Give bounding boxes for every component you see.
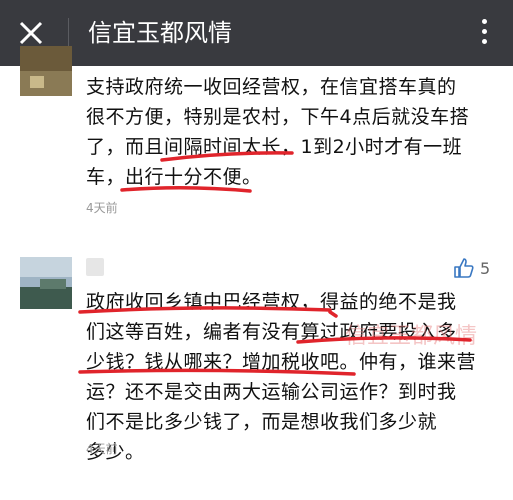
comment-time: 4天前 xyxy=(86,201,118,215)
comment-line: 少钱？钱从哪来？增加税收吧。仲有，谁来营 xyxy=(86,351,477,373)
more-vertical-icon[interactable] xyxy=(476,16,492,50)
comment-line: 多少。 xyxy=(86,441,145,463)
comment-line: 政府收回乡镇中巴经营权，得益的绝不是我 xyxy=(86,291,457,313)
close-icon[interactable] xyxy=(18,20,44,46)
thumbs-up-icon xyxy=(454,258,474,278)
like-count: 5 xyxy=(480,258,491,278)
comment-time: 4天前 xyxy=(86,442,118,456)
title-divider xyxy=(68,18,69,48)
comment-line: 车，出行十分不便。 xyxy=(86,166,262,188)
username-blurred[interactable] xyxy=(86,258,104,276)
comment-line: 支持政府统一收回经营权，在信宜搭车真的 xyxy=(86,76,457,98)
watermark: 信宜玉都风情 xyxy=(345,324,478,349)
comment-line: 很不方便，特别是农村，下午4点后就没车搭 xyxy=(86,106,470,128)
avatar[interactable] xyxy=(20,46,72,96)
comment-text: 政府收回乡镇中巴经营权，得益的绝不是我 们这等百姓，编者有没有算过政府要投入多 … xyxy=(86,287,496,467)
top-bar: 信宜玉都风情 xyxy=(0,0,513,66)
comment-line: 了，而且间隔时间太长，1到2小时才有一班 xyxy=(86,136,463,158)
comment-line: 运？还不是交由两大运输公司运作？到时我 xyxy=(86,381,457,403)
like-button[interactable]: 5 xyxy=(454,258,490,278)
comment-line: 们不是比多少钱了，而是想收我们多少就 xyxy=(86,411,438,433)
page-title: 信宜玉都风情 xyxy=(88,19,232,47)
avatar[interactable] xyxy=(20,257,72,309)
comment-text: 支持政府统一收回经营权，在信宜搭车真的 很不方便，特别是农村，下午4点后就没车搭… xyxy=(86,72,496,192)
